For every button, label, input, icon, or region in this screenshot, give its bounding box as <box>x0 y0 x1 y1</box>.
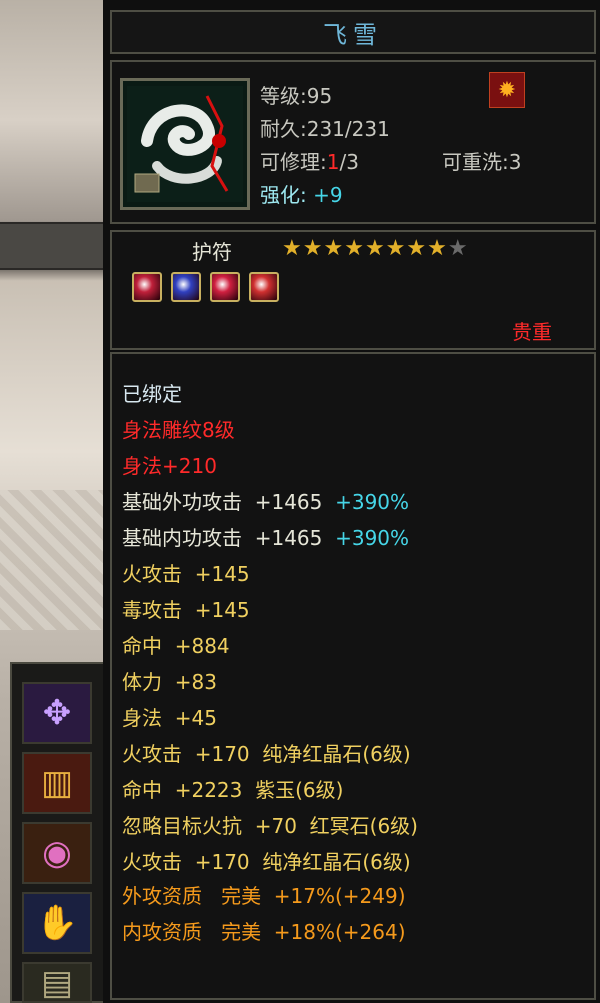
gauntlet-icon: ✋ <box>35 903 79 943</box>
gem-socket[interactable] <box>171 272 201 302</box>
base-inner-pct: +390% <box>335 526 410 550</box>
scroll-icon: ▥ <box>40 763 74 803</box>
item-repair: 可修理:1/3 <box>260 146 359 175</box>
item-durability: 耐久:231/231 <box>260 117 390 141</box>
quality-line: 外攻资质 完美 +17%(+249) <box>122 884 406 908</box>
base-outer-label: 基础外功攻击 +1465 <box>122 490 323 514</box>
repair-label: 可修理: <box>260 150 327 174</box>
bracer-icon: ◉ <box>42 833 72 873</box>
base-outer-pct: +390% <box>335 490 410 514</box>
fire-element-icon: ✹ <box>489 72 525 108</box>
gem-attr-line: 命中 +2223 紫玉(6级) <box>122 778 344 802</box>
quality-line: 内攻资质 完美 +18%(+264) <box>122 920 406 944</box>
jade-amulet-icon <box>127 86 243 202</box>
enhance-value: +9 <box>313 183 343 207</box>
slot-armor[interactable]: ▤ <box>22 962 92 1003</box>
background-floor <box>0 490 110 630</box>
star-filled-icon: ★ <box>282 236 303 261</box>
enhance-label: 强化: <box>260 183 307 207</box>
gem-attr-line: 忽略目标火抗 +70 红冥石(6级) <box>122 814 418 838</box>
item-portrait <box>120 78 250 210</box>
gem-attr-line: 火攻击 +170 纯净红晶石(6级) <box>122 850 411 874</box>
star-filled-icon: ★ <box>406 236 428 261</box>
base-inner-attack: 基础内功攻击 +1465 +390% <box>122 522 409 551</box>
gem-socket[interactable] <box>210 272 240 302</box>
slot-bracer[interactable]: ◉ <box>22 822 92 884</box>
repair-total: /3 <box>339 150 359 174</box>
attr-line: 命中 +884 <box>122 634 230 658</box>
item-level: 等级:95 <box>260 84 333 108</box>
item-type: 护符 <box>192 240 232 264</box>
base-outer-attack: 基础外功攻击 +1465 +390% <box>122 486 409 515</box>
repair-used: 1 <box>326 150 340 174</box>
star-filled-icon: ★ <box>385 236 407 261</box>
armor-icon: ▤ <box>40 962 74 1003</box>
attr-line: 毒攻击 +145 <box>122 598 250 622</box>
background-beam <box>0 222 110 270</box>
attr-line: 火攻击 +145 <box>122 562 250 586</box>
star-empty-icon: ★ <box>447 236 469 261</box>
engrave-bonus: 身法+210 <box>122 454 217 478</box>
slot-scorpion-ornament[interactable]: ✥ <box>22 682 92 744</box>
star-filled-icon: ★ <box>323 236 345 261</box>
engrave-line: 身法雕纹8级 <box>122 418 235 442</box>
slot-gauntlet[interactable]: ✋ <box>22 892 92 954</box>
base-inner-label: 基础内功攻击 +1465 <box>122 526 323 550</box>
star-rating: ★★★★★★★★★ <box>282 236 469 261</box>
slot-scroll[interactable]: ▥ <box>22 752 92 814</box>
gem-socket[interactable] <box>249 272 279 302</box>
item-name: 飞雪 <box>110 10 596 54</box>
star-filled-icon: ★ <box>302 236 324 261</box>
item-enhance: 强化: +9 <box>260 179 343 208</box>
attr-line: 体力 +83 <box>122 670 217 694</box>
gem-socket[interactable] <box>132 272 162 302</box>
attr-line: 身法 +45 <box>122 706 217 730</box>
gem-attr-line: 火攻击 +170 纯净红晶石(6级) <box>122 742 411 766</box>
item-rewash: 可重洗:3 <box>442 150 522 174</box>
rarity-label: 贵重 <box>512 320 552 344</box>
star-filled-icon: ★ <box>344 236 365 261</box>
scorpion-ornament-icon: ✥ <box>42 693 72 733</box>
star-filled-icon: ★ <box>364 236 386 261</box>
bound-status: 已绑定 <box>122 382 182 406</box>
star-filled-icon: ★ <box>427 236 448 261</box>
